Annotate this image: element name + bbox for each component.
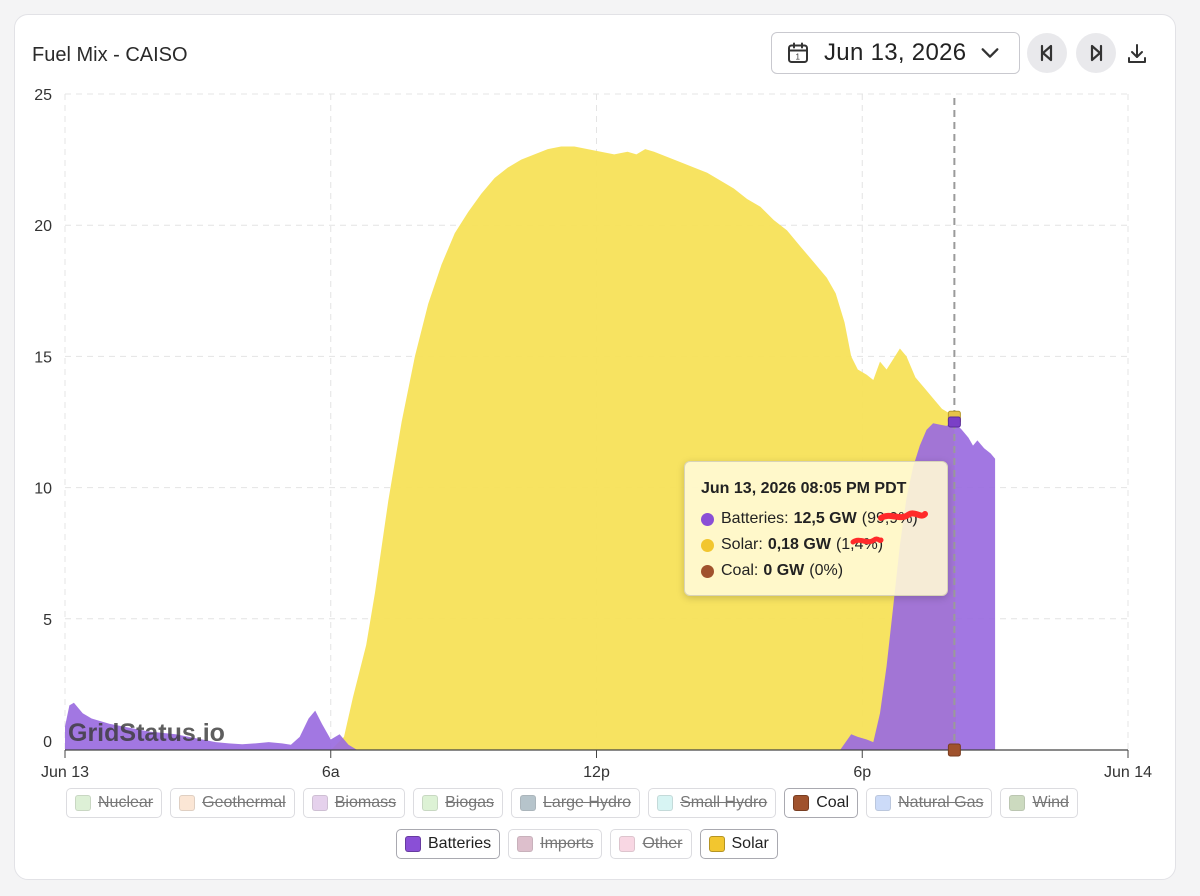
x-tick-label: 6a [322, 764, 340, 781]
legend-swatch [75, 795, 91, 811]
x-tick-label: 12p [583, 764, 610, 781]
x-tick-label: Jun 13 [41, 764, 89, 781]
chevron-down-icon [981, 48, 999, 58]
legend-label: Other [642, 835, 683, 852]
legend-item-natural-gas[interactable]: Natural Gas [866, 788, 993, 818]
svg-text:1: 1 [796, 53, 801, 62]
calendar-icon: 1 [788, 42, 808, 63]
y-tick-label: 10 [34, 481, 52, 498]
legend-swatch [422, 795, 439, 811]
legend-item-biogas[interactable]: Biogas [413, 788, 504, 818]
legend-item-nuclear[interactable]: Nuclear [66, 788, 163, 818]
legend-label: Nuclear [98, 794, 154, 811]
batteries-dot-icon [701, 512, 714, 526]
legend-swatch [405, 836, 421, 852]
legend-item-other[interactable]: Other [610, 829, 692, 859]
y-tick-label: 25 [34, 87, 52, 104]
legend-label: Biomass [334, 794, 397, 811]
legend-item-small-hydro[interactable]: Small Hydro [648, 788, 777, 818]
legend-row: Batteries Imports Other Solar [396, 829, 778, 859]
selected-date: Jun 13, 2026 [824, 39, 967, 66]
date-picker[interactable]: 1 Jun 13, 2026 [771, 32, 1020, 74]
area-series [65, 146, 996, 750]
legend-swatch [517, 836, 534, 852]
legend-swatch [520, 795, 537, 811]
y-tick-label: 5 [43, 612, 52, 629]
legend-item-large-hydro[interactable]: Large Hydro [511, 788, 641, 818]
tooltip-percent: (99,9%) [861, 510, 918, 527]
legend-item-geothermal[interactable]: Geothermal [170, 788, 295, 818]
batteries-hover-marker [947, 416, 961, 428]
legend-row: Nuclear Geothermal Biomass Biogas Large Hydr… [66, 788, 1078, 818]
tooltip-value: 0,18 GW [767, 536, 831, 553]
tooltip-percent: (1,4%) [835, 536, 884, 553]
tooltip-value: 12,5 GW [793, 510, 857, 527]
download-icon[interactable] [1125, 42, 1149, 66]
legend-item-imports[interactable]: Imports [508, 829, 603, 859]
watermark: GridStatus.io [68, 719, 225, 747]
legend-label: Biogas [445, 794, 495, 811]
tooltip-value: 0 GW [763, 562, 805, 579]
legend-swatch [875, 795, 892, 811]
tooltip-row-batteries: Batteries: 12,5 GW (99,9%) [701, 506, 931, 532]
legend-swatch [1009, 795, 1026, 811]
coal-dot-icon [701, 564, 714, 578]
y-tick-label: 15 [34, 349, 52, 366]
tooltip-row-solar: Solar: 0,18 GW (1,4%) [701, 532, 931, 558]
tooltip-row-coal: Coal: 0 GW (0%) [701, 558, 931, 584]
legend-item-wind[interactable]: Wind [1000, 788, 1078, 818]
next-day-button[interactable] [1076, 33, 1116, 73]
tooltip-series-name: Batteries [721, 510, 785, 527]
y-tick-label: 0 [43, 734, 52, 751]
legend-swatch [708, 836, 725, 852]
legend-swatch [311, 795, 328, 811]
legend-label: Wind [1032, 794, 1069, 811]
hover-tooltip: Jun 13, 2026 08:05 PM PDT Batteries: 12,… [684, 461, 948, 596]
legend-swatch [657, 795, 674, 811]
page-title: Fuel Mix - CAISO [32, 44, 188, 66]
legend-item-batteries[interactable]: Batteries [396, 829, 501, 859]
legend-label: Small Hydro [680, 794, 768, 811]
legend-label: Imports [540, 835, 594, 852]
legend-label: Coal [816, 794, 850, 811]
legend-item-coal[interactable]: Coal [784, 788, 859, 818]
legend-swatch [619, 836, 636, 852]
tooltip-series-name: Solar [721, 536, 759, 553]
triangle-right-icon [1090, 44, 1103, 62]
legend-label: Large Hydro [543, 794, 632, 811]
tooltip-title: Jun 13, 2026 08:05 PM PDT [701, 480, 907, 497]
legend-label: Natural Gas [898, 794, 984, 811]
legend-label: Batteries [428, 835, 492, 852]
previous-day-button[interactable] [1027, 33, 1067, 73]
tooltip-series-name: Coal [721, 562, 754, 579]
triangle-left-icon [1040, 44, 1053, 62]
tooltip-percent: (0%) [809, 562, 844, 579]
y-tick-label: 20 [34, 218, 52, 235]
legend-label: Solar [731, 835, 769, 852]
x-tick-label: Jun 14 [1104, 764, 1152, 781]
legend-swatch [793, 795, 810, 811]
x-tick-label: 6p [853, 764, 871, 781]
legend-item-solar[interactable]: Solar [699, 829, 778, 859]
solar-dot-icon [701, 538, 714, 552]
coal-hover-marker [947, 743, 961, 757]
fuel-mix-chart: 0 5 10 15 20 25 Jun 13 6a 12p 6p Jun 14 GridStatus… [34, 87, 1152, 781]
legend-label: Geothermal [202, 794, 286, 811]
legend-item-biomass[interactable]: Biomass [302, 788, 406, 818]
legend-swatch [179, 795, 196, 811]
